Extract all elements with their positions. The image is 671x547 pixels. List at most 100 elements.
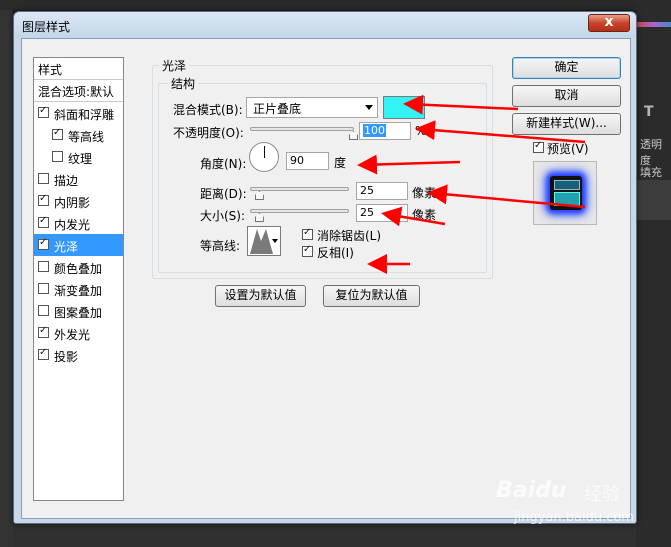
close-icon: x xyxy=(604,14,614,30)
style-item-label: 等高线 xyxy=(68,130,105,144)
angle-value: 90 xyxy=(290,154,304,167)
blend-mode-select[interactable]: 正片叠底 xyxy=(246,97,378,118)
type-tool-icon: T xyxy=(644,104,654,120)
angle-label: 角度(N): xyxy=(200,157,247,171)
distance-value: 25 xyxy=(360,184,374,197)
blend-mode-value: 正片叠底 xyxy=(253,102,302,116)
style-item-checkbox[interactable] xyxy=(38,261,49,272)
satin-section-title: 光泽 xyxy=(159,57,190,74)
style-item[interactable]: 光泽 xyxy=(34,234,123,256)
preview-checkbox[interactable] xyxy=(533,140,544,153)
style-item[interactable]: 外发光 xyxy=(34,322,123,344)
style-preview-thumbnail xyxy=(533,161,597,225)
watermark-brand-cn: 经验 xyxy=(584,484,620,505)
size-value: 25 xyxy=(360,206,374,219)
style-item[interactable]: 内阴影 xyxy=(34,190,123,212)
styles-header[interactable]: 样式 xyxy=(34,58,123,80)
preview-label: 预览(V) xyxy=(547,142,589,156)
distance-slider-track[interactable] xyxy=(250,187,349,191)
contour-label: 等高线: xyxy=(200,239,241,253)
watermark-url: jingyan.baidu.com xyxy=(514,510,634,525)
style-item-label: 描边 xyxy=(54,174,79,188)
dialog-client: 样式 混合选项:默认 斜面和浮雕等高线纹理描边内阴影内发光光泽颜色叠加渐变叠加图… xyxy=(21,38,631,519)
close-button[interactable]: x xyxy=(588,14,630,32)
distance-input[interactable]: 25 xyxy=(356,182,408,200)
styles-header-label: 样式 xyxy=(38,63,63,77)
styles-list: 样式 混合选项:默认 斜面和浮雕等高线纹理描边内阴影内发光光泽颜色叠加渐变叠加图… xyxy=(33,57,124,501)
opacity-label: 不透明度(O): xyxy=(173,126,244,140)
style-item-checkbox[interactable] xyxy=(38,173,49,184)
background-left-strip xyxy=(0,10,13,547)
blend-mode-label: 混合模式(B): xyxy=(173,103,243,117)
watermark-brand: Baidu xyxy=(496,478,567,503)
blend-options-item[interactable]: 混合选项:默认 xyxy=(34,80,123,102)
style-item-checkbox[interactable] xyxy=(52,151,63,162)
background-panel-strip xyxy=(0,0,671,10)
style-item-checkbox[interactable] xyxy=(52,127,63,140)
style-item[interactable]: 描边 xyxy=(34,168,123,190)
size-input[interactable]: 25 xyxy=(356,204,408,222)
structure-title: 结构 xyxy=(168,75,199,92)
invert-checkbox[interactable] xyxy=(302,244,313,257)
angle-unit: 度 xyxy=(334,156,347,170)
cancel-button[interactable]: 取消 xyxy=(512,85,621,107)
reset-default-button[interactable]: 复位为默认值 xyxy=(323,285,420,307)
angle-input[interactable]: 90 xyxy=(286,152,329,170)
style-item-checkbox[interactable] xyxy=(38,105,49,118)
style-item-label: 渐变叠加 xyxy=(54,284,103,298)
style-item-checkbox[interactable] xyxy=(38,325,49,338)
baidu-watermark: Baidu 经验 jingyan.baidu.com xyxy=(482,472,642,542)
style-item-checkbox[interactable] xyxy=(38,305,49,316)
style-item[interactable]: 斜面和浮雕 xyxy=(34,102,123,124)
size-slider-track[interactable] xyxy=(250,209,349,213)
style-item-checkbox[interactable] xyxy=(38,237,49,250)
title-bar[interactable]: 图层样式 x xyxy=(14,12,636,38)
style-item[interactable]: 内发光 xyxy=(34,212,123,234)
style-item-checkbox[interactable] xyxy=(38,215,49,228)
style-item-label: 图案叠加 xyxy=(54,306,103,320)
angle-dial[interactable] xyxy=(249,142,279,172)
style-item[interactable]: 纹理 xyxy=(34,146,123,168)
style-item-checkbox[interactable] xyxy=(38,193,49,206)
layers-panel-fragment xyxy=(636,180,671,220)
contour-picker[interactable] xyxy=(247,226,281,256)
swatch-gradient xyxy=(636,22,671,27)
style-item-label: 外发光 xyxy=(54,328,91,342)
style-item-label: 投影 xyxy=(54,350,79,364)
chevron-down-icon xyxy=(272,239,278,243)
style-item-label: 纹理 xyxy=(68,152,93,166)
distance-label: 距离(D): xyxy=(200,187,247,201)
angle-needle xyxy=(264,146,265,158)
style-item-label: 斜面和浮雕 xyxy=(54,108,115,122)
opacity-input[interactable]: 100 xyxy=(359,122,411,140)
antialias-checkbox[interactable] xyxy=(302,227,313,240)
antialias-label: 消除锯齿(L) xyxy=(317,229,382,243)
blend-color-swatch[interactable] xyxy=(383,96,425,119)
ok-button[interactable]: 确定 xyxy=(512,57,621,79)
style-item-checkbox[interactable] xyxy=(38,347,49,360)
style-item[interactable]: 图案叠加 xyxy=(34,300,123,322)
style-item[interactable]: 投影 xyxy=(34,344,123,366)
make-default-button[interactable]: 设置为默认值 xyxy=(215,285,306,307)
chevron-down-icon xyxy=(365,105,373,110)
style-item-label: 内阴影 xyxy=(54,196,91,210)
opacity-unit: % xyxy=(415,124,427,138)
invert-label: 反相(I) xyxy=(317,246,354,260)
layer-style-dialog: 图层样式 x 样式 混合选项:默认 斜面和浮雕等高线纹理描边内阴影内发光光泽颜色… xyxy=(13,11,637,524)
opacity-value: 100 xyxy=(363,124,386,137)
style-item-checkbox[interactable] xyxy=(38,283,49,294)
preview-layer-image xyxy=(550,176,582,210)
size-unit: 像素 xyxy=(412,208,437,222)
new-style-button[interactable]: 新建样式(W)... xyxy=(512,113,621,135)
opacity-slider-track[interactable] xyxy=(250,127,354,131)
style-item[interactable]: 等高线 xyxy=(34,124,123,146)
distance-unit: 像素 xyxy=(412,186,437,200)
fill-panel-label: 填充 xyxy=(640,166,662,179)
size-label: 大小(S): xyxy=(200,209,246,223)
style-item-label: 光泽 xyxy=(54,240,79,254)
window-title: 图层样式 xyxy=(22,20,71,34)
style-item-label: 内发光 xyxy=(54,218,91,232)
style-item[interactable]: 颜色叠加 xyxy=(34,256,123,278)
style-item[interactable]: 渐变叠加 xyxy=(34,278,123,300)
blend-options-label: 混合选项:默认 xyxy=(38,85,115,99)
